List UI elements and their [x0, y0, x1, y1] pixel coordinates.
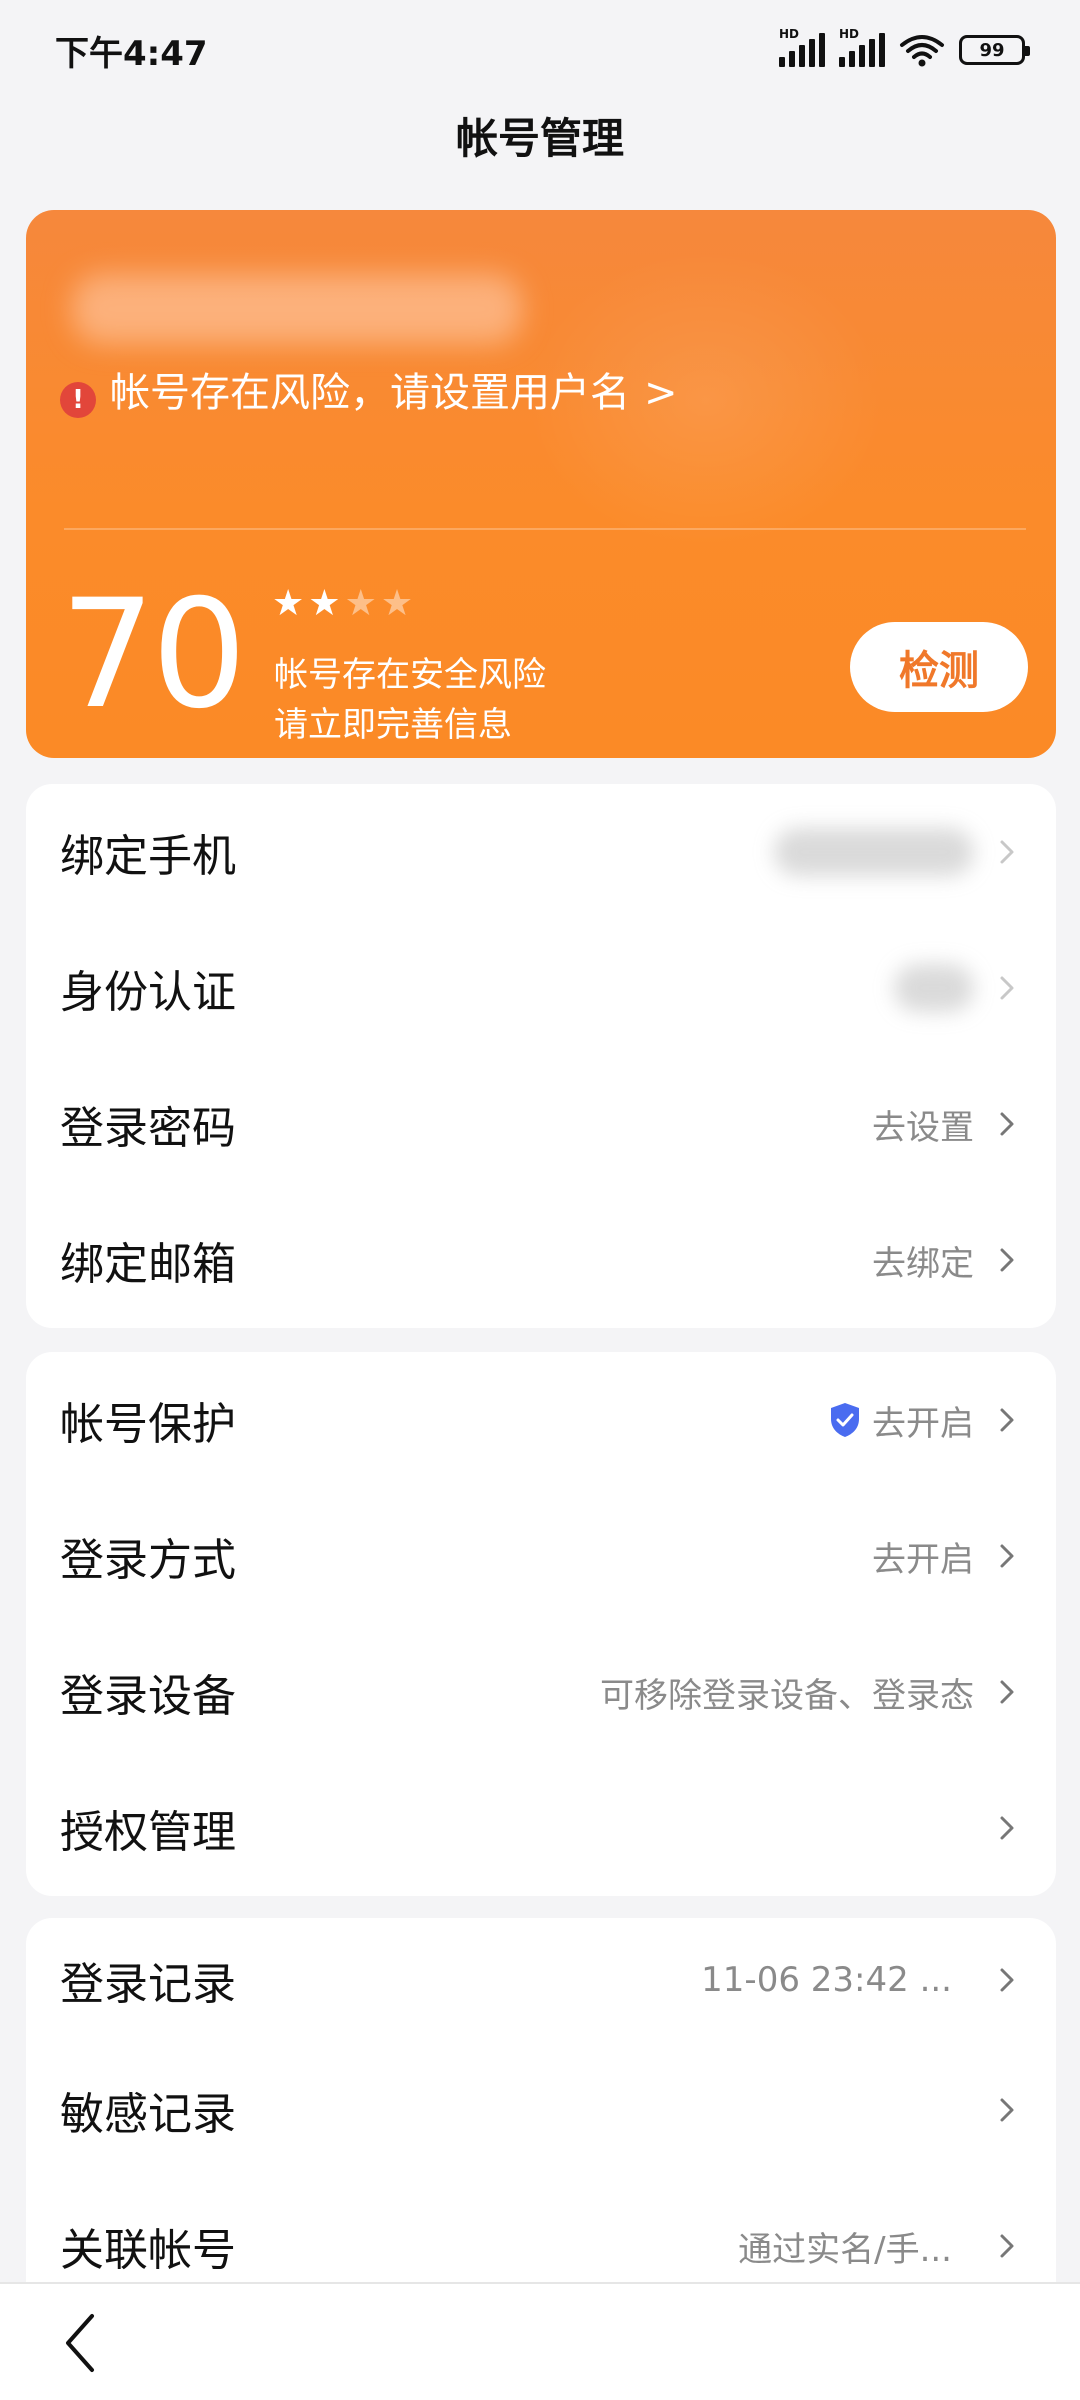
security-score: 70 [60, 568, 247, 742]
wifi-icon [900, 35, 944, 67]
risk-warning-link[interactable]: ! 帐号存在风险，请设置用户名 > [60, 370, 700, 418]
chevron-right-icon [1000, 1968, 1014, 1992]
chevron-right-icon [1000, 1680, 1014, 1704]
star-filled-icon: ★ [272, 583, 305, 624]
row-label: 帐号保护 [60, 1399, 236, 1450]
row-login-password[interactable]: 登录密码 去设置 [26, 1056, 1056, 1192]
row-label: 登录方式 [60, 1535, 236, 1586]
chevron-right-icon [1000, 1112, 1014, 1136]
row-value: 去开启 [872, 1539, 974, 1580]
chevron-right-icon [1000, 2098, 1014, 2122]
status-bar: 下午4:47 HD HD 99 [0, 0, 1080, 100]
blurred-account-name [72, 274, 522, 344]
star-empty-icon: ★ [344, 583, 377, 624]
star-filled-icon: ★ [308, 583, 341, 624]
hd-label: HD [839, 27, 860, 41]
risk-description: 帐号存在安全风险 请立即完善信息 [274, 650, 546, 750]
signal-icon: HD [779, 27, 825, 67]
row-label: 关联帐号 [60, 2225, 236, 2276]
row-label: 授权管理 [60, 1807, 236, 1858]
settings-group-2: 帐号保护 去开启 登录方式 去开启 登录设备 可移除登录设备、登录态 授权管理 [26, 1352, 1056, 1896]
signal-icon: HD [839, 27, 885, 67]
row-value: 11-06 23:42 ... [701, 1960, 952, 2000]
settings-group-1: 绑定手机 身份认证 登录密码 去设置 绑定邮箱 去绑定 [26, 784, 1056, 1328]
row-label: 登录密码 [60, 1103, 236, 1154]
chevron-right-icon [1000, 1544, 1014, 1568]
security-stars: ★ ★ ★ ★ [272, 586, 413, 622]
row-label: 绑定邮箱 [60, 1239, 236, 1290]
chevron-right-icon [1000, 2234, 1014, 2258]
row-label: 登录设备 [60, 1671, 236, 1722]
row-label: 身份认证 [60, 967, 236, 1018]
row-label: 登录记录 [60, 1959, 236, 2010]
page-title: 帐号管理 [455, 114, 624, 163]
row-login-devices[interactable]: 登录设备 可移除登录设备、登录态 [26, 1624, 1056, 1760]
chevron-right-icon [1000, 1408, 1014, 1432]
row-account-protection[interactable]: 帐号保护 去开启 [26, 1352, 1056, 1488]
row-label: 敏感记录 [60, 2089, 236, 2140]
row-login-method[interactable]: 登录方式 去开启 [26, 1488, 1056, 1624]
back-arrow-icon[interactable] [56, 2308, 106, 2378]
blurred-phone-value [774, 828, 974, 876]
status-time: 下午4:47 [55, 33, 208, 74]
card-divider [64, 528, 1026, 530]
blurred-identity-value [894, 964, 974, 1012]
row-sensitive-records[interactable]: 敏感记录 [26, 2042, 1056, 2178]
row-login-records[interactable]: 登录记录 11-06 23:42 ... [26, 1918, 1056, 2042]
row-value: 通过实名/手... [738, 2229, 952, 2270]
row-value: 可移除登录设备、登录态 [600, 1675, 974, 1716]
chevron-right-icon: > [644, 370, 678, 416]
risk-card: ! 帐号存在风险，请设置用户名 > 70 ★ ★ ★ ★ 帐号存在安全风险 请立即完善信… [26, 210, 1056, 758]
status-icons: HD HD 99 [779, 27, 1030, 67]
check-button[interactable]: 检测 [850, 622, 1028, 712]
row-value: 去绑定 [872, 1243, 974, 1284]
battery-icon: 99 [959, 35, 1030, 65]
row-label: 绑定手机 [60, 831, 236, 882]
risk-warning: 帐号存在风险，请设置用户名 > [110, 370, 678, 418]
row-bind-email[interactable]: 绑定邮箱 去绑定 [26, 1192, 1056, 1328]
risk-line-2: 请立即完善信息 [274, 705, 512, 745]
chevron-right-icon [1000, 1248, 1014, 1272]
hd-label: HD [779, 27, 800, 41]
row-identity[interactable]: 身份认证 [26, 920, 1056, 1056]
risk-line-1: 帐号存在安全风险 [274, 655, 546, 695]
star-empty-icon: ★ [380, 583, 414, 624]
chevron-right-icon [1000, 976, 1014, 1000]
risk-warning-text: 帐号存在风险，请设置用户名 [110, 370, 630, 416]
chevron-right-icon [1000, 1816, 1014, 1840]
row-linked-accounts[interactable]: 关联帐号 通过实名/手... [26, 2178, 1056, 2282]
battery-level: 99 [979, 39, 1005, 61]
row-authorization[interactable]: 授权管理 [26, 1760, 1056, 1896]
bottom-nav-bar [0, 2282, 1080, 2400]
shield-check-icon [831, 1403, 859, 1437]
alert-icon: ! [60, 382, 96, 418]
chevron-right-icon [1000, 840, 1014, 864]
settings-group-3: 登录记录 11-06 23:42 ... 敏感记录 关联帐号 通过实名/手... [26, 1918, 1056, 2282]
row-bind-phone[interactable]: 绑定手机 [26, 784, 1056, 920]
row-value: 去开启 [872, 1403, 974, 1444]
row-value: 去设置 [872, 1107, 974, 1148]
